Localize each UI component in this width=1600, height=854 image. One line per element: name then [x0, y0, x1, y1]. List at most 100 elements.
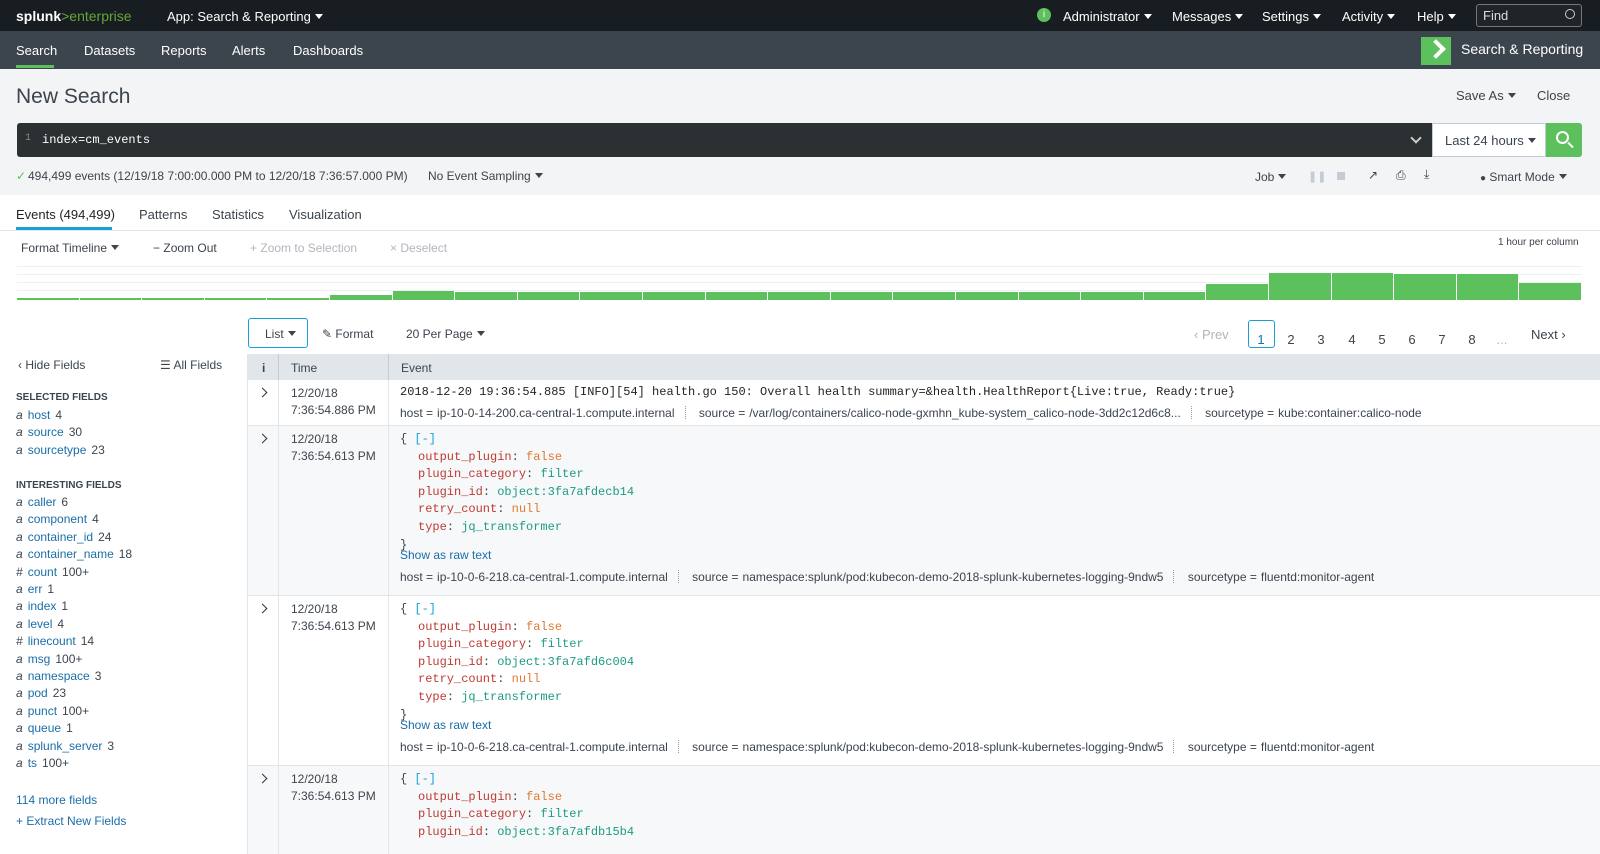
- search-input[interactable]: 1 index=cm_events: [17, 123, 1432, 157]
- field-item-caller[interactable]: a caller 6: [16, 495, 68, 509]
- event-raw-text[interactable]: 2018-12-20 19:36:54.885 [INFO][54] healt…: [400, 385, 1235, 399]
- field-item-index[interactable]: a index 1: [16, 599, 68, 613]
- page-6[interactable]: 6: [1402, 332, 1422, 347]
- json-collapse-toggle[interactable]: [-]: [414, 772, 436, 786]
- format-button[interactable]: ✎ Format: [322, 327, 373, 341]
- json-value[interactable]: object:3fa7afdb15b4: [497, 825, 634, 839]
- show-raw-link[interactable]: Show as raw text: [400, 548, 491, 562]
- json-key[interactable]: plugin_id: [418, 655, 483, 669]
- json-key[interactable]: plugin_category: [418, 467, 526, 481]
- admin-menu[interactable]: Administrator: [1063, 9, 1152, 24]
- field-item-ts[interactable]: a ts 100+: [16, 756, 69, 770]
- expand-chevron-icon[interactable]: [257, 773, 268, 784]
- expand-chevron-icon[interactable]: [257, 603, 268, 614]
- show-raw-link[interactable]: Show as raw text: [400, 718, 491, 732]
- json-key[interactable]: retry_count: [418, 502, 497, 516]
- timeline-bar[interactable]: [580, 292, 642, 300]
- share-icon[interactable]: ↗: [1368, 168, 1378, 182]
- list-view-menu[interactable]: List: [248, 318, 308, 348]
- timeline-bar[interactable]: [1081, 292, 1143, 300]
- json-key[interactable]: output_plugin: [418, 450, 512, 464]
- timeline-bar[interactable]: [705, 292, 768, 300]
- json-value[interactable]: false: [526, 790, 562, 804]
- deselect-button[interactable]: × Deselect: [390, 241, 447, 255]
- timeline-bar[interactable]: [1018, 292, 1081, 300]
- page-7[interactable]: 7: [1432, 332, 1452, 347]
- field-item-component[interactable]: a component 4: [16, 512, 99, 526]
- more-fields-link[interactable]: 114 more fields: [16, 793, 97, 807]
- timeline-bar[interactable]: [1331, 273, 1394, 300]
- field-item-err[interactable]: a err 1: [16, 582, 54, 596]
- print-icon[interactable]: ⎙: [1396, 168, 1406, 183]
- prev-page-button[interactable]: ‹ Prev: [1194, 327, 1229, 342]
- json-key[interactable]: type: [418, 520, 447, 534]
- tab-statistics[interactable]: Statistics: [212, 207, 264, 222]
- host-value[interactable]: ip-10-0-6-218.ca-central-1.compute.inter…: [437, 740, 668, 754]
- event-column-header[interactable]: Event: [401, 361, 432, 375]
- source-value[interactable]: namespace:splunk/pod:kubecon-demo-2018-s…: [743, 740, 1164, 754]
- field-item-container_name[interactable]: a container_name 18: [16, 547, 132, 561]
- field-item-linecount[interactable]: # linecount 14: [16, 634, 94, 648]
- timeline-bar[interactable]: [79, 298, 142, 300]
- search-query[interactable]: index=cm_events: [42, 133, 150, 147]
- next-page-button[interactable]: Next ›: [1531, 327, 1566, 342]
- per-page-menu[interactable]: 20 Per Page: [406, 327, 485, 341]
- field-item-source[interactable]: a source 30: [16, 425, 82, 439]
- json-key[interactable]: output_plugin: [418, 790, 512, 804]
- timeline-bar[interactable]: [267, 298, 329, 300]
- timeline-bar[interactable]: [517, 292, 580, 300]
- json-value[interactable]: false: [526, 620, 562, 634]
- timeline-bar[interactable]: [1143, 292, 1206, 300]
- page-2[interactable]: 2: [1281, 332, 1301, 347]
- search-button[interactable]: [1546, 123, 1582, 157]
- page-5[interactable]: 5: [1372, 332, 1392, 347]
- host-value[interactable]: ip-10-0-14-200.ca-central-1.compute.inte…: [437, 406, 674, 420]
- field-item-sourcetype[interactable]: a sourcetype 23: [16, 443, 105, 457]
- format-timeline-menu[interactable]: Format Timeline: [21, 241, 120, 255]
- expand-chevron-icon[interactable]: [1410, 132, 1422, 144]
- json-key[interactable]: type: [418, 690, 447, 704]
- json-value[interactable]: false: [526, 450, 562, 464]
- json-value[interactable]: filter: [540, 637, 583, 651]
- job-menu[interactable]: Job: [1255, 170, 1287, 184]
- find-input[interactable]: Find: [1476, 4, 1582, 27]
- field-item-queue[interactable]: a queue 1: [16, 721, 73, 735]
- timeline-bar[interactable]: [768, 292, 830, 300]
- all-fields-button[interactable]: ☰ All Fields: [160, 358, 222, 372]
- messages-menu[interactable]: Messages: [1172, 9, 1244, 24]
- activity-menu[interactable]: Activity: [1342, 9, 1396, 24]
- time-range-picker[interactable]: Last 24 hours: [1432, 123, 1546, 157]
- timeline-bar[interactable]: [330, 295, 392, 300]
- help-menu[interactable]: Help: [1417, 9, 1456, 24]
- json-key[interactable]: plugin_category: [418, 637, 526, 651]
- field-item-level[interactable]: a level 4: [16, 617, 64, 631]
- zoom-selection-button[interactable]: + Zoom to Selection: [250, 241, 357, 255]
- save-as-menu[interactable]: Save As: [1456, 88, 1516, 103]
- json-value[interactable]: null: [512, 502, 541, 516]
- zoom-out-button[interactable]: − Zoom Out: [153, 241, 217, 255]
- nav-search[interactable]: Search: [16, 43, 57, 58]
- timeline-bar[interactable]: [956, 292, 1018, 300]
- json-key[interactable]: plugin_id: [418, 485, 483, 499]
- splunk-logo[interactable]: splunk>enterprise: [16, 8, 132, 24]
- source-value[interactable]: /var/log/containers/calico-node-gxmhn_ku…: [749, 406, 1181, 420]
- settings-menu[interactable]: Settings: [1262, 9, 1321, 24]
- close-button[interactable]: Close: [1537, 88, 1570, 103]
- json-value[interactable]: object:3fa7afd6c004: [497, 655, 634, 669]
- page-8[interactable]: 8: [1462, 332, 1482, 347]
- info-icon[interactable]: i: [1037, 8, 1051, 22]
- timeline-bar[interactable]: [830, 292, 893, 300]
- nav-datasets[interactable]: Datasets: [84, 43, 135, 58]
- json-key[interactable]: output_plugin: [418, 620, 512, 634]
- timeline-histogram[interactable]: [17, 266, 1582, 300]
- host-value[interactable]: ip-10-0-6-218.ca-central-1.compute.inter…: [437, 570, 668, 584]
- json-value[interactable]: filter: [540, 467, 583, 481]
- json-value[interactable]: null: [512, 672, 541, 686]
- timeline-bar[interactable]: [455, 292, 517, 300]
- json-key[interactable]: retry_count: [418, 672, 497, 686]
- stop-icon[interactable]: [1337, 172, 1345, 180]
- tab-events[interactable]: Events (494,499): [16, 207, 115, 222]
- page-1[interactable]: 1: [1251, 332, 1271, 347]
- app-menu[interactable]: App: Search & Reporting: [167, 9, 323, 24]
- export-icon[interactable]: ⤓: [1424, 167, 1429, 182]
